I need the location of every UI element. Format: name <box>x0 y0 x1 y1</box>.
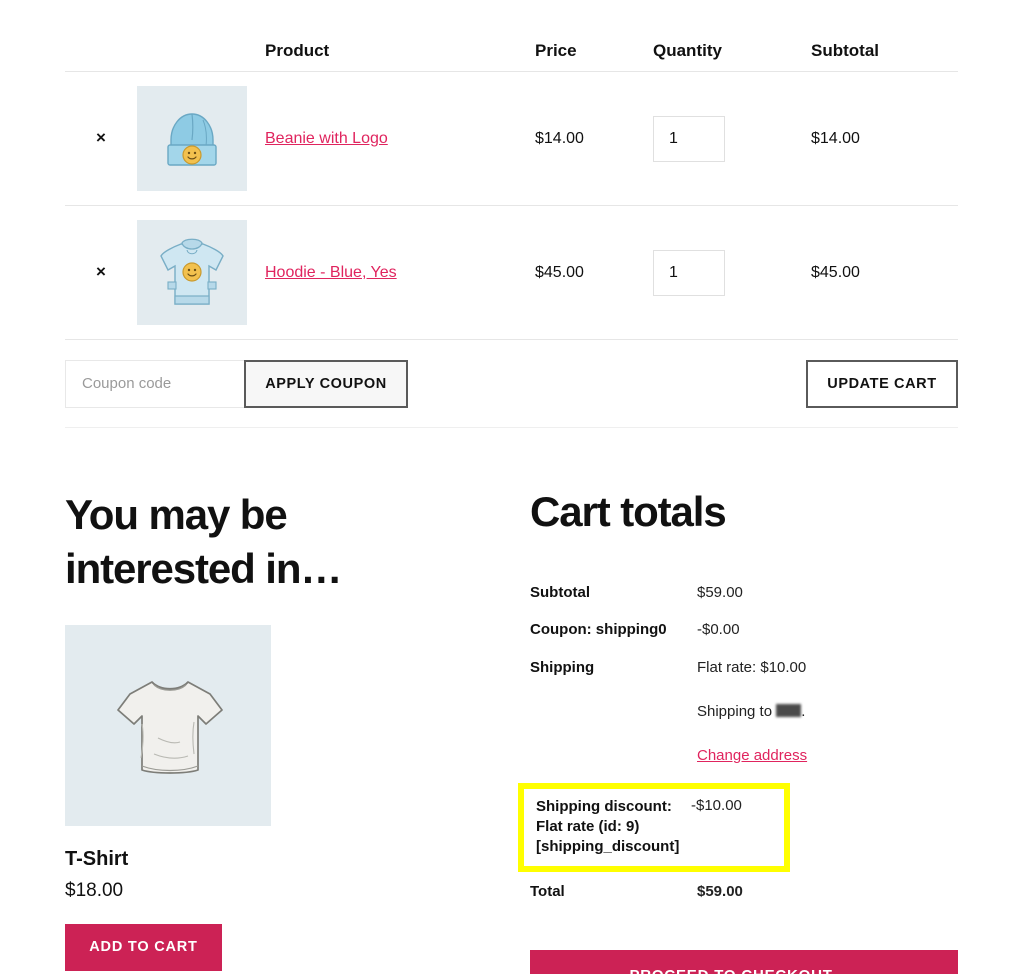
shipping-to-period: . <box>801 702 806 720</box>
redacted-address <box>776 703 802 717</box>
quantity-cell: 1 <box>653 249 811 296</box>
shipping-discount-highlight: Shipping discount: Flat rate (id: 9) [sh… <box>518 783 790 872</box>
product-link[interactable]: Hoodie - Blue, Yes <box>265 264 397 281</box>
table-row: × Hoodie - Blue, Yes $45.00 1 $45.00 <box>65 206 958 340</box>
remove-cell: × <box>65 263 137 282</box>
apply-coupon-button[interactable]: APPLY COUPON <box>244 359 408 408</box>
header-product: Product <box>265 40 330 60</box>
tshirt-image[interactable] <box>65 624 271 826</box>
remove-item-icon[interactable]: × <box>96 129 106 146</box>
coupon-label: Coupon: shipping0 <box>530 621 667 639</box>
coupon-input[interactable]: Coupon code <box>65 359 245 408</box>
beanie-image[interactable] <box>137 86 247 191</box>
thumbnail-cell <box>137 220 265 325</box>
subtotal-row: Subtotal $59.00 <box>530 583 958 603</box>
product-name-cell: Beanie with Logo <box>265 130 535 148</box>
total-label: Total <box>530 882 565 900</box>
add-to-cart-button[interactable]: ADD TO CART <box>65 923 222 971</box>
upsell-heading: You may be interested in… <box>65 491 342 592</box>
coupon-value: -$0.00 <box>697 621 740 639</box>
shipping-row: Shipping Flat rate: $10.00 Shipping to .… <box>530 658 958 767</box>
cart-table-header-row: Product Price Quantity Subtotal <box>65 30 958 72</box>
product-subtotal: $45.00 <box>811 263 860 281</box>
remove-item-icon[interactable]: × <box>96 263 106 280</box>
cart-totals-table: Subtotal $59.00 Coupon: shipping0 -$0.00… <box>518 583 958 902</box>
cart-totals-section: Cart totals Subtotal $59.00 Coupon: ship… <box>518 488 958 974</box>
header-subtotal: Subtotal <box>811 40 879 60</box>
shipping-discount-label: Shipping discount: Flat rate (id: 9) [sh… <box>536 798 680 855</box>
update-cart-button[interactable]: UPDATE CART <box>806 359 958 408</box>
upsell-product-name: T-Shirt <box>65 847 129 870</box>
shipping-to-label: Shipping to <box>697 702 773 720</box>
product-link[interactable]: Beanie with Logo <box>265 130 388 147</box>
cart-totals-heading: Cart totals <box>530 488 727 535</box>
cart-actions-row: Coupon code APPLY COUPON UPDATE CART <box>65 340 958 428</box>
upsell-section: You may be interested in… T-Shirt $18.00… <box>65 488 485 971</box>
thumbnail-cell <box>137 86 265 191</box>
header-price: Price <box>535 40 577 60</box>
subtotal-label: Subtotal <box>530 584 590 601</box>
change-address-wrap: Change address <box>697 746 807 766</box>
product-price: $14.00 <box>535 129 584 147</box>
change-address-link[interactable]: Change address <box>697 747 807 764</box>
subtotal-value: $59.00 <box>697 584 743 601</box>
shipping-label: Shipping <box>530 658 595 676</box>
quantity-cell: 1 <box>653 115 811 162</box>
quantity-input[interactable]: 1 <box>653 115 725 162</box>
quantity-input[interactable]: 1 <box>653 249 725 296</box>
product-name-cell: Hoodie - Blue, Yes <box>265 264 535 282</box>
cart-table: Product Price Quantity Subtotal × Beanie… <box>65 30 958 428</box>
header-quantity: Quantity <box>653 40 722 60</box>
shipping-details: Flat rate: $10.00 Shipping to . Change a… <box>697 658 807 767</box>
upsell-product-price: $18.00 <box>65 879 124 901</box>
remove-cell: × <box>65 129 137 148</box>
shipping-destination: Shipping to . <box>697 702 807 722</box>
table-row: × Beanie with Logo $14.00 1 $14.00 <box>65 72 958 206</box>
product-subtotal: $14.00 <box>811 129 860 147</box>
shipping-rate: Flat rate: $10.00 <box>697 658 807 676</box>
cart-page: Product Price Quantity Subtotal × Beanie… <box>0 0 1024 974</box>
coupon-row: Coupon: shipping0 -$0.00 <box>530 620 958 640</box>
shipping-discount-value: -$10.00 <box>691 797 742 815</box>
hoodie-image[interactable] <box>137 220 247 325</box>
total-value: $59.00 <box>697 882 743 900</box>
checkout-label: PROCEED TO CHECKOUT <box>629 967 832 974</box>
total-row: Total $59.00 <box>530 882 958 902</box>
proceed-to-checkout-button[interactable]: PROCEED TO CHECKOUT → <box>530 949 958 974</box>
arrow-right-icon: → <box>842 967 859 974</box>
product-price: $45.00 <box>535 263 584 281</box>
